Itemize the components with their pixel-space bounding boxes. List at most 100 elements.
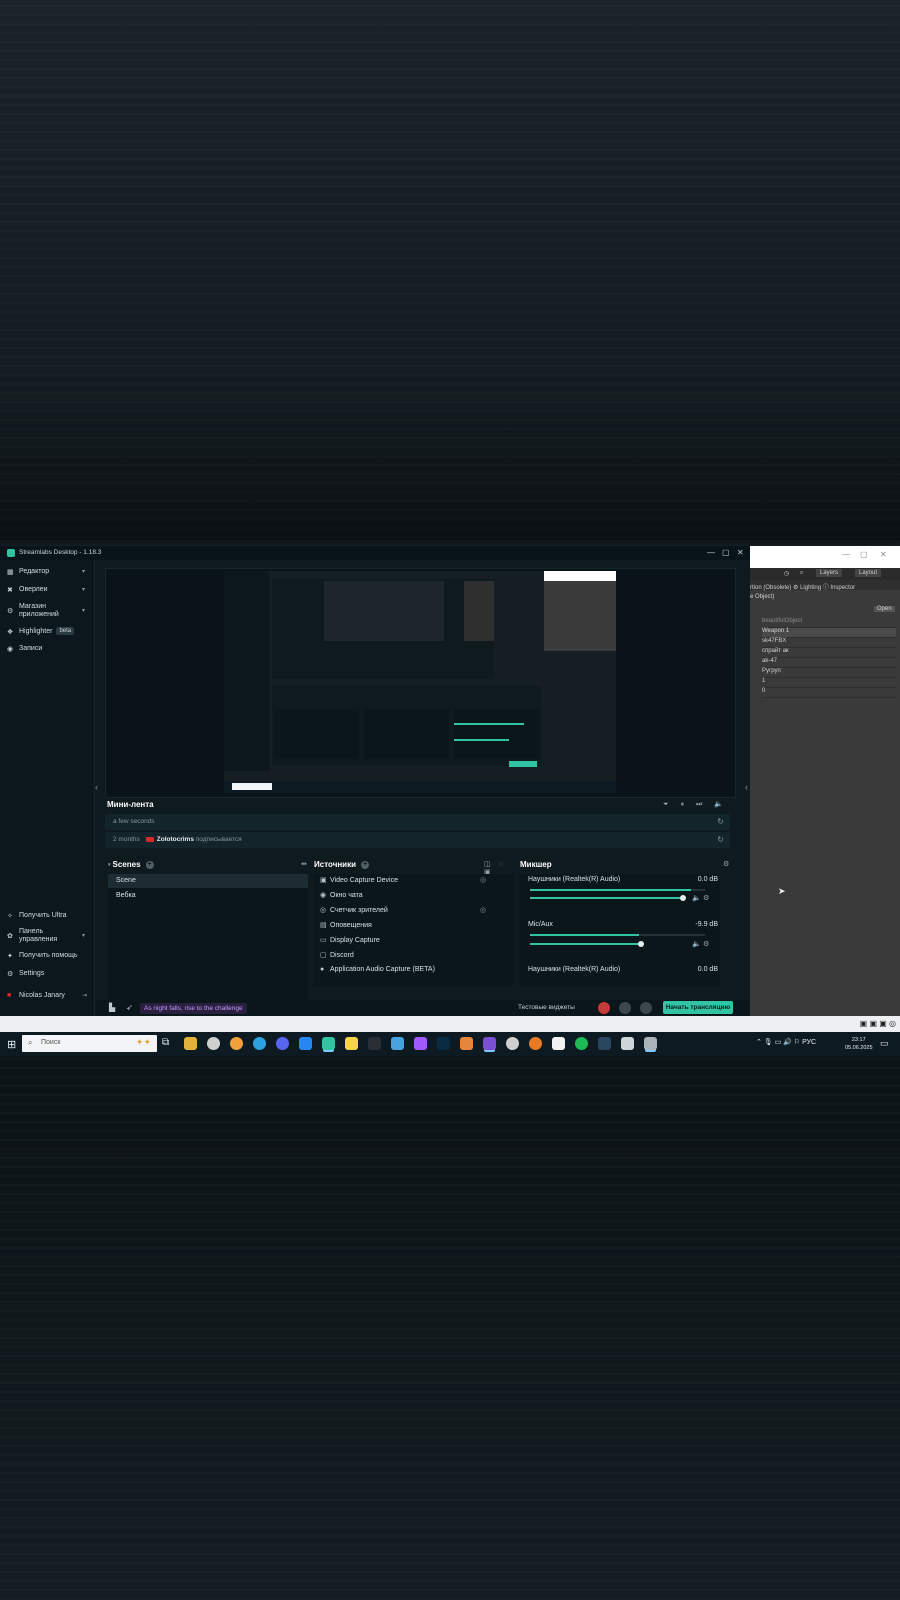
discord-icon[interactable] xyxy=(276,1037,289,1050)
unity-hub-icon[interactable] xyxy=(621,1037,634,1050)
inspector-row[interactable]: sk47FBX xyxy=(762,638,896,648)
capcut-icon[interactable] xyxy=(552,1037,565,1050)
inspector-row[interactable]: 0 xyxy=(762,688,896,698)
status-icons[interactable]: ▣ ▣ ▣ ◎ xyxy=(860,1019,896,1028)
mixer-settings-icon[interactable]: ⚙ xyxy=(723,860,729,868)
stream-preview[interactable] xyxy=(105,568,736,798)
source-item[interactable]: ▢ Discord xyxy=(320,951,354,960)
file-explorer-icon[interactable] xyxy=(184,1037,197,1050)
scene-item[interactable]: Scene xyxy=(108,874,308,888)
speaker-icon[interactable]: 🔈 xyxy=(692,894,701,902)
streamlabs-taskbar-icon[interactable] xyxy=(322,1037,335,1050)
app-icon[interactable] xyxy=(506,1037,519,1050)
blender-icon[interactable] xyxy=(529,1037,542,1050)
sidebar-item-settings[interactable]: ⚙ Settings xyxy=(7,970,44,978)
replay-buffer-button[interactable] xyxy=(619,1002,631,1014)
performance-icon[interactable]: ▙ xyxy=(109,1003,115,1012)
history-icon[interactable]: ◷ xyxy=(784,570,789,577)
source-item[interactable]: ▤ Оповещения xyxy=(320,921,372,930)
chevron-down-icon[interactable]: ▾ xyxy=(108,862,111,868)
volume-slider[interactable] xyxy=(530,897,685,899)
replay-icon[interactable]: ↻ xyxy=(717,835,724,844)
source-item[interactable]: ◎ Счетчик зрителей ◎ xyxy=(320,906,486,915)
user-account[interactable]: ■ Nicolas Janary ⇥ xyxy=(7,992,87,999)
visibility-icon[interactable]: ◎ xyxy=(480,876,486,884)
visibility-icon[interactable]: ◎ xyxy=(480,906,486,914)
sidebar-item-overlays[interactable]: ✖ Оверлеи ▾ xyxy=(7,586,85,594)
gear-icon[interactable]: ⚙ xyxy=(703,940,709,948)
taskbar-search-box[interactable]: ⌕ Поиск ✦✦ xyxy=(22,1035,157,1052)
notification-icon[interactable]: ▭ xyxy=(880,1038,889,1049)
sidebar-item-highlighter[interactable]: ❖ Highlighter beta xyxy=(7,627,75,636)
volume-slider[interactable] xyxy=(530,943,640,945)
sidebar-item-app-store[interactable]: ⚙ Магазин приложений ▾ xyxy=(7,603,85,619)
replay-icon[interactable]: ↻ xyxy=(717,817,724,826)
telegram-icon[interactable] xyxy=(253,1037,266,1050)
scene-transition-icon[interactable]: ⇹ xyxy=(301,860,307,868)
minimize-icon[interactable]: — xyxy=(842,550,850,559)
media-player-icon[interactable] xyxy=(207,1037,220,1050)
challenge-banner[interactable]: As night falls, rise to the challenge xyxy=(140,1003,247,1014)
source-item[interactable]: ● Application Audio Capture (BETA) xyxy=(320,966,435,973)
app-icon[interactable] xyxy=(368,1037,381,1050)
add-source-button[interactable]: + xyxy=(361,860,370,869)
logout-icon[interactable]: ⇥ xyxy=(82,992,87,999)
test-widgets-button[interactable]: Тестовые виджеты xyxy=(518,1004,575,1011)
volume-knob[interactable] xyxy=(680,895,686,901)
maximize-icon[interactable]: ▢ xyxy=(860,550,868,559)
steam-icon[interactable] xyxy=(598,1037,611,1050)
sidebar-item-ultra[interactable]: ✧ Получить Ultra xyxy=(7,912,67,920)
inspector-row[interactable]: ak-47 xyxy=(762,658,896,668)
source-item[interactable]: ▣ Video Capture Device ◎ xyxy=(320,876,486,885)
app-icon[interactable] xyxy=(391,1037,404,1050)
mini-feed-controls[interactable]: ⏷ ⏸ ⏭ 🔈 xyxy=(663,800,728,809)
start-stream-button[interactable]: Начать трансляцию xyxy=(663,1001,733,1014)
gear-icon[interactable]: ⚙ xyxy=(703,894,709,902)
speaker-icon[interactable]: 🔈 xyxy=(692,940,701,948)
inspector-row[interactable]: 1 xyxy=(762,678,896,688)
vk-icon[interactable] xyxy=(299,1037,312,1050)
source-item[interactable]: ▭ Display Capture xyxy=(320,936,380,945)
scene-item[interactable]: Вебка xyxy=(108,889,308,903)
record-button[interactable] xyxy=(598,1002,610,1014)
system-tray[interactable]: ⌃ 🎙 ▭ 🔊 ⚐ РУС xyxy=(756,1038,816,1046)
close-icon[interactable]: ✕ xyxy=(880,550,887,559)
inspector-row[interactable]: Weapon 1 xyxy=(762,628,896,638)
maximize-button[interactable]: ▢ xyxy=(722,548,730,557)
inspector-row[interactable]: спрайт ак xyxy=(762,648,896,658)
add-scene-button[interactable]: + xyxy=(145,860,154,869)
collapse-right-icon[interactable]: ‹ xyxy=(745,782,748,792)
spotify-icon[interactable] xyxy=(575,1037,588,1050)
unity-icon[interactable] xyxy=(644,1037,657,1050)
minimize-button[interactable]: — xyxy=(707,548,715,557)
yandex-browser-icon[interactable] xyxy=(230,1037,243,1050)
figma-icon[interactable] xyxy=(414,1037,427,1050)
inspector-row[interactable]: beautifulObject xyxy=(762,618,896,628)
photoshop-icon[interactable] xyxy=(437,1037,450,1050)
source-label: Окно чата xyxy=(330,891,363,899)
language-indicator[interactable]: РУС xyxy=(802,1039,816,1046)
source-item[interactable]: ◉ Окно чата xyxy=(320,891,363,900)
sidebar-item-recordings[interactable]: ◉ Записи xyxy=(7,645,42,653)
sidebar-item-dashboard[interactable]: ✿ Панель управления ▾ xyxy=(7,928,85,944)
layers-dropdown[interactable]: Layers xyxy=(816,569,843,577)
sidebar-item-help[interactable]: ✦ Получить помощь xyxy=(7,952,78,960)
open-button[interactable]: Open xyxy=(874,606,895,612)
schedule-button[interactable] xyxy=(640,1002,652,1014)
inspector-row[interactable]: Ругруп xyxy=(762,668,896,678)
app-icon[interactable] xyxy=(460,1037,473,1050)
close-button[interactable]: ✕ xyxy=(737,548,744,557)
volume-knob[interactable] xyxy=(638,941,644,947)
search-icon[interactable]: ⌕ xyxy=(800,570,803,577)
unity-tabs[interactable]: rtion (Obsolete) ⚙ Lighting ⓘ Inspector xyxy=(750,580,900,591)
sticky-notes-icon[interactable] xyxy=(345,1037,358,1050)
taskbar-clock[interactable]: 23:17 05.06.2025 xyxy=(845,1036,873,1052)
layout-dropdown[interactable]: Layout xyxy=(855,569,882,577)
sidebar-item-editor[interactable]: ▦ Редактор ▾ xyxy=(7,568,85,576)
collapse-left-icon[interactable]: ‹ xyxy=(95,782,98,792)
visual-studio-icon[interactable] xyxy=(483,1037,496,1050)
windows-start-icon[interactable]: ⊞ xyxy=(7,1038,16,1051)
rocket-icon[interactable]: ➶ xyxy=(126,1003,133,1012)
task-view-icon[interactable]: ⧉ xyxy=(162,1037,175,1050)
sidebar: ▦ Редактор ▾ ✖ Оверлеи ▾ ⚙ Магазин прило… xyxy=(0,560,95,1016)
